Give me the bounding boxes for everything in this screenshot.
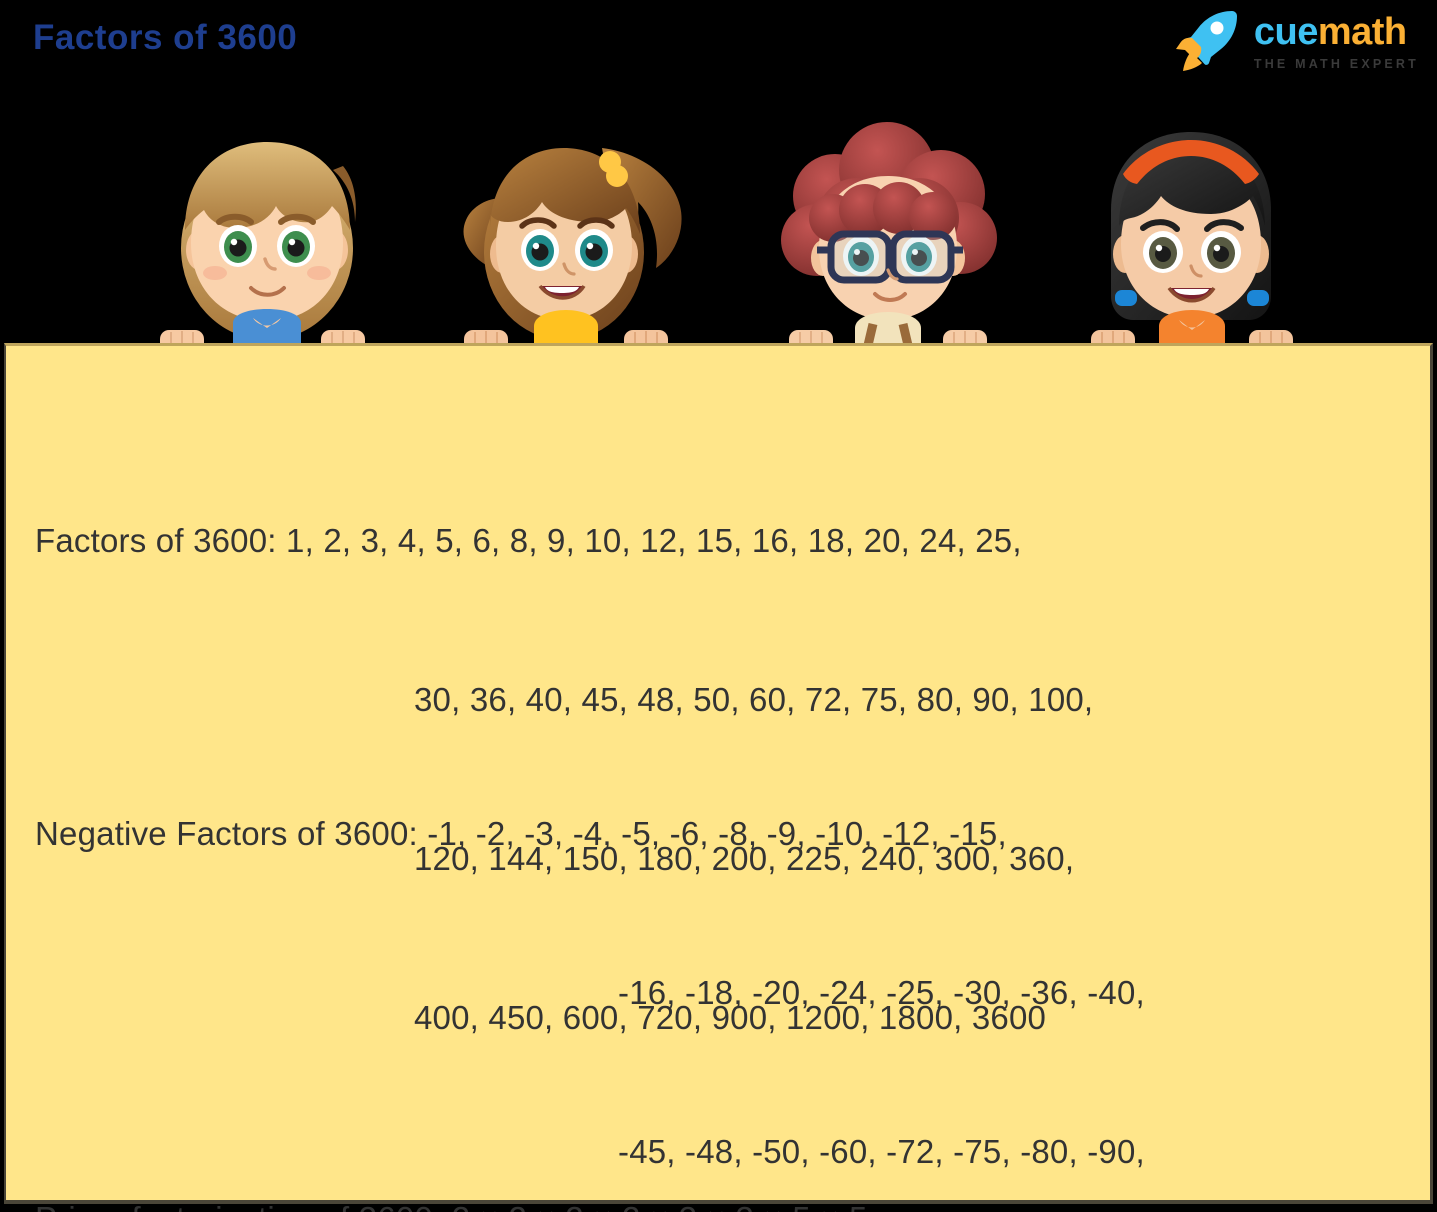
factors-line-1: Factors of 3600: 1, 2, 3, 4, 5, 6, 8, 9,… xyxy=(35,514,1093,567)
factors-label: Factors of 3600: xyxy=(35,522,287,559)
logo-word-cue: cue xyxy=(1253,11,1318,53)
prime-factorization-line: Prime factorization of 3600: 2 × 2 × 2 ×… xyxy=(35,1192,868,1212)
page-title: Factors of 3600 xyxy=(33,18,298,57)
kid-boy-glasses xyxy=(775,118,1005,358)
logo-tagline: THE MATH EXPERT xyxy=(1253,57,1419,71)
prime-factorization-expression: 2 × 2 × 2 × 2 × 3 × 3 × 5 × 5 xyxy=(452,1200,868,1212)
negative-factors-label: Negative Factors of 3600: xyxy=(35,815,428,852)
cuemath-logo[interactable]: cuemath THE MATH EXPERT xyxy=(1175,8,1419,74)
poster-root: Factors of 3600 cuemath THE MATH EXPERT xyxy=(0,0,1437,1212)
logo-text: cuemath THE MATH EXPERT xyxy=(1254,8,1419,71)
content-board: Factors of 3600: 1, 2, 3, 4, 5, 6, 8, 9,… xyxy=(4,343,1433,1212)
negative-values-line-1: -1, -2, -3, -4, -5, -6, -8, -9, -10, -12… xyxy=(427,815,1007,852)
kid-girl-headband xyxy=(1075,118,1310,358)
negative-values-line-2: -16, -18, -20, -24, -25, -30, -36, -40, xyxy=(618,974,1145,1011)
kid-boy-blond xyxy=(155,118,380,358)
negative-factors-line-1: Negative Factors of 3600: -1, -2, -3, -4… xyxy=(35,807,1208,860)
kids-illustration xyxy=(0,118,1437,358)
rocket-icon xyxy=(1175,8,1240,74)
prime-factorization-label: Prime factorization of 3600: xyxy=(35,1200,452,1212)
logo-word-math: math xyxy=(1317,11,1407,53)
kid-girl-ponytail xyxy=(452,118,687,358)
prime-factorization-block: Prime factorization of 3600: 2 × 2 × 2 ×… xyxy=(35,1086,868,1212)
factors-values-line-1: 1, 2, 3, 4, 5, 6, 8, 9, 10, 12, 15, 16, … xyxy=(286,522,1022,559)
